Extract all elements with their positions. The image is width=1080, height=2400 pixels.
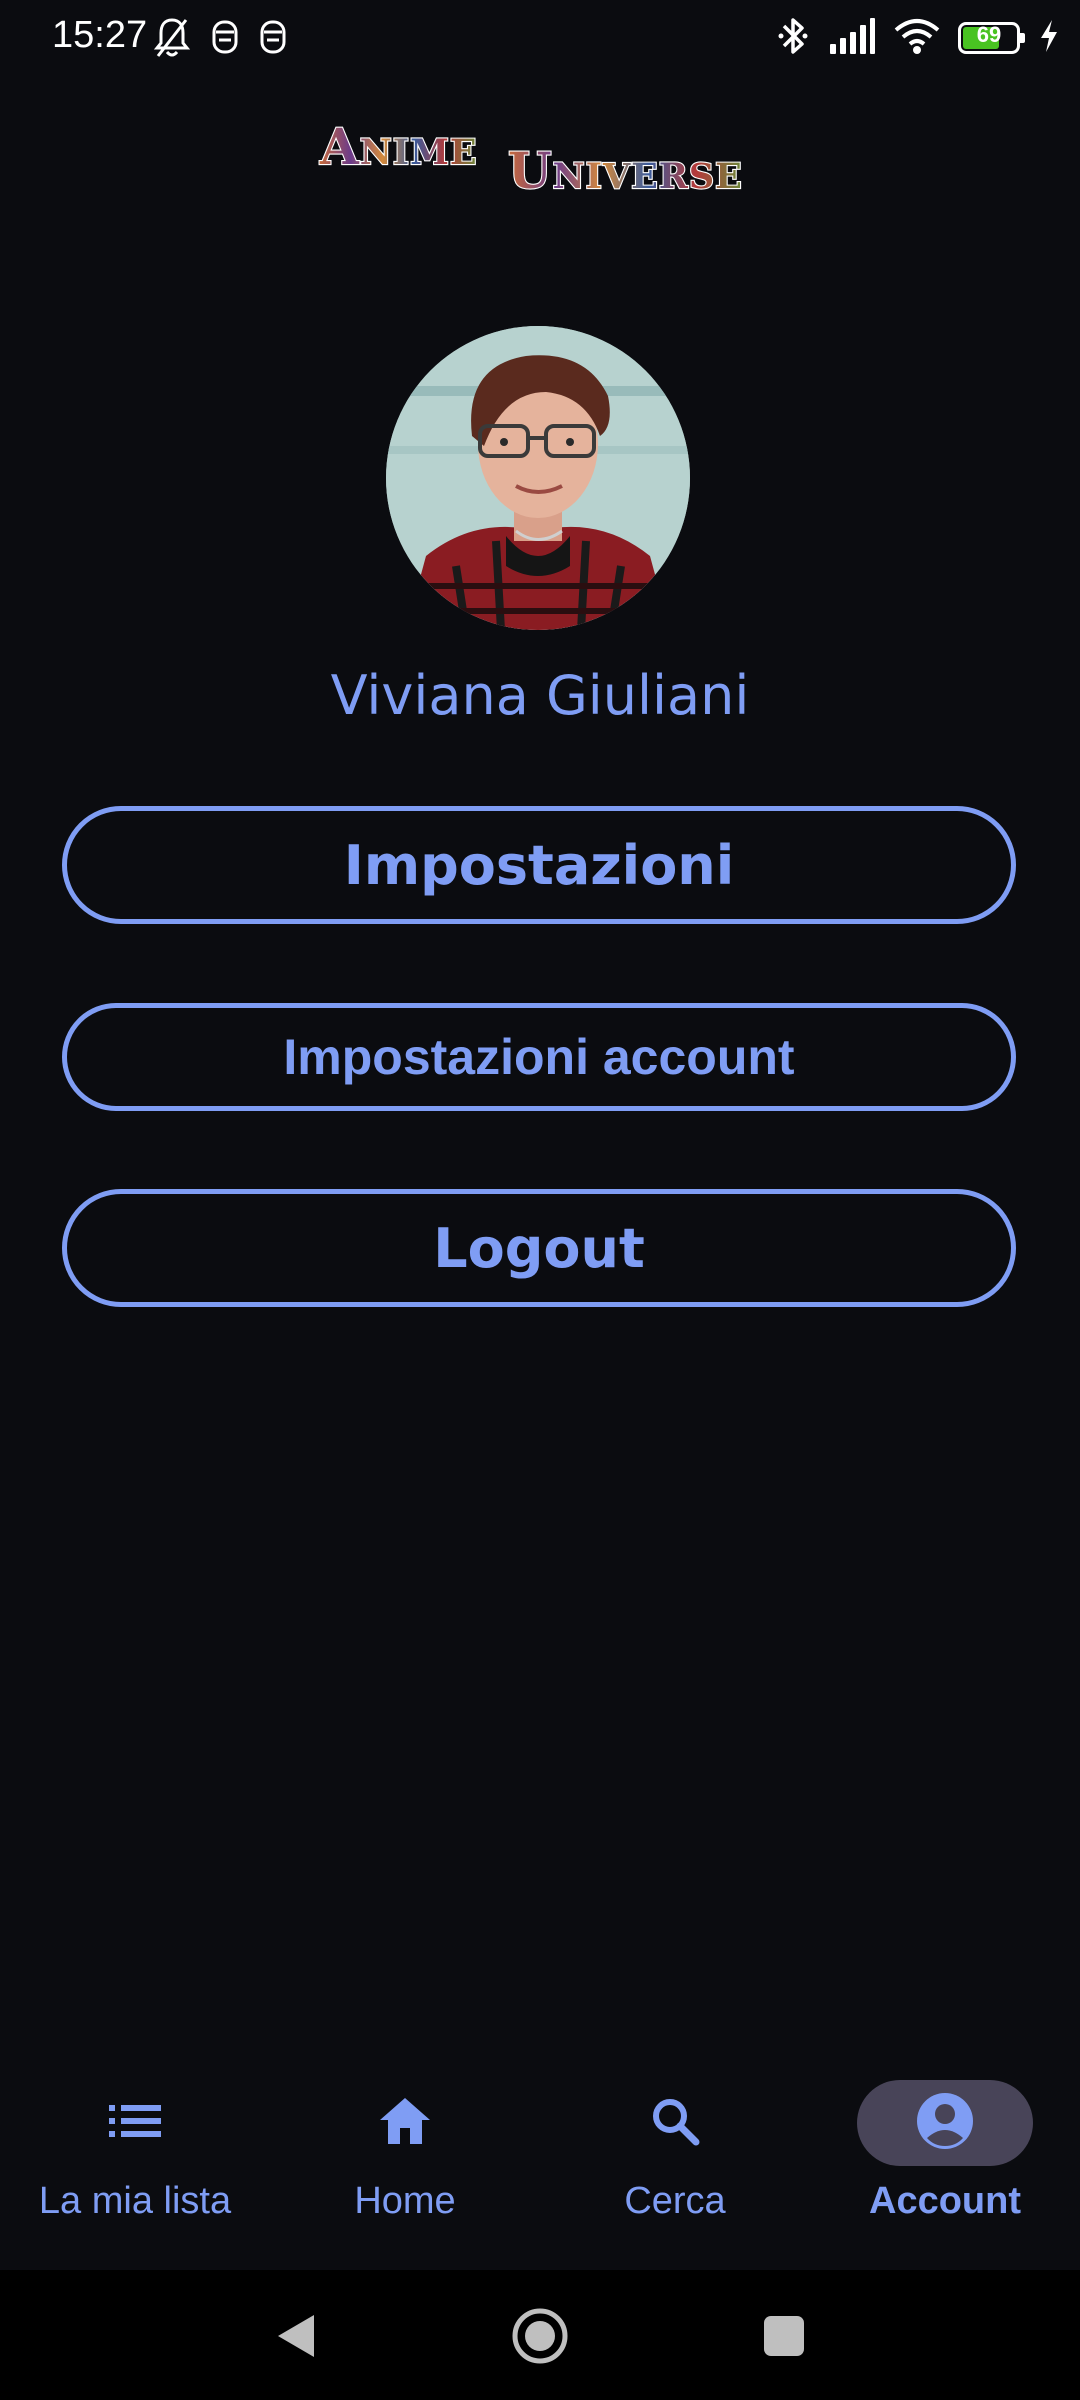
status-icons-left [152, 16, 288, 64]
list-icon [109, 2101, 161, 2145]
account-circle-icon [916, 2092, 974, 2154]
logo-text-universe: Universe [508, 141, 743, 200]
account-settings-button[interactable]: Impostazioni account [62, 1003, 1016, 1111]
back-icon[interactable] [266, 2306, 326, 2366]
system-navigation-bar [0, 2270, 1080, 2400]
wifi-icon [894, 16, 940, 60]
bottom-navigation: La mia lista Home Cerca Account [0, 2060, 1080, 2270]
logout-button[interactable]: Logout [62, 1189, 1016, 1307]
bluetooth-icon [776, 14, 810, 62]
logo-text-anime: Anime [319, 120, 478, 176]
nav-item-cerca[interactable]: Cerca [540, 2080, 810, 2260]
notification-app-icon [210, 16, 240, 64]
nav-label-home: Home [354, 2180, 456, 2222]
bell-off-icon [152, 16, 192, 64]
nav-label-account: Account [869, 2180, 1021, 2222]
status-bar: 15:27 69 [0, 0, 1080, 80]
nav-item-home[interactable]: Home [270, 2080, 540, 2260]
settings-button[interactable]: Impostazioni [62, 806, 1016, 924]
search-icon [650, 2096, 700, 2150]
user-name: Viviana Giuliani [330, 664, 750, 727]
notification-app-icon [258, 16, 288, 64]
battery-level-text: 69 [976, 22, 1002, 47]
status-time: 15:27 [52, 14, 148, 56]
battery-icon: 69 [958, 22, 1025, 54]
nav-item-account[interactable]: Account [810, 2080, 1080, 2260]
recents-icon[interactable] [754, 2306, 814, 2366]
active-indicator [857, 2080, 1033, 2166]
cellular-signal-icon [828, 16, 876, 60]
app-logo: Anime Universe [318, 116, 808, 201]
nav-label-cerca: Cerca [624, 2180, 726, 2222]
nav-label-la-mia-lista: La mia lista [38, 2180, 232, 2222]
nav-item-la-mia-lista[interactable]: La mia lista [0, 2080, 270, 2260]
avatar [386, 326, 690, 630]
home-circle-icon[interactable] [510, 2306, 570, 2366]
charging-icon [1038, 18, 1060, 58]
home-icon [378, 2096, 432, 2150]
status-icons-right: 69 [776, 14, 1060, 62]
